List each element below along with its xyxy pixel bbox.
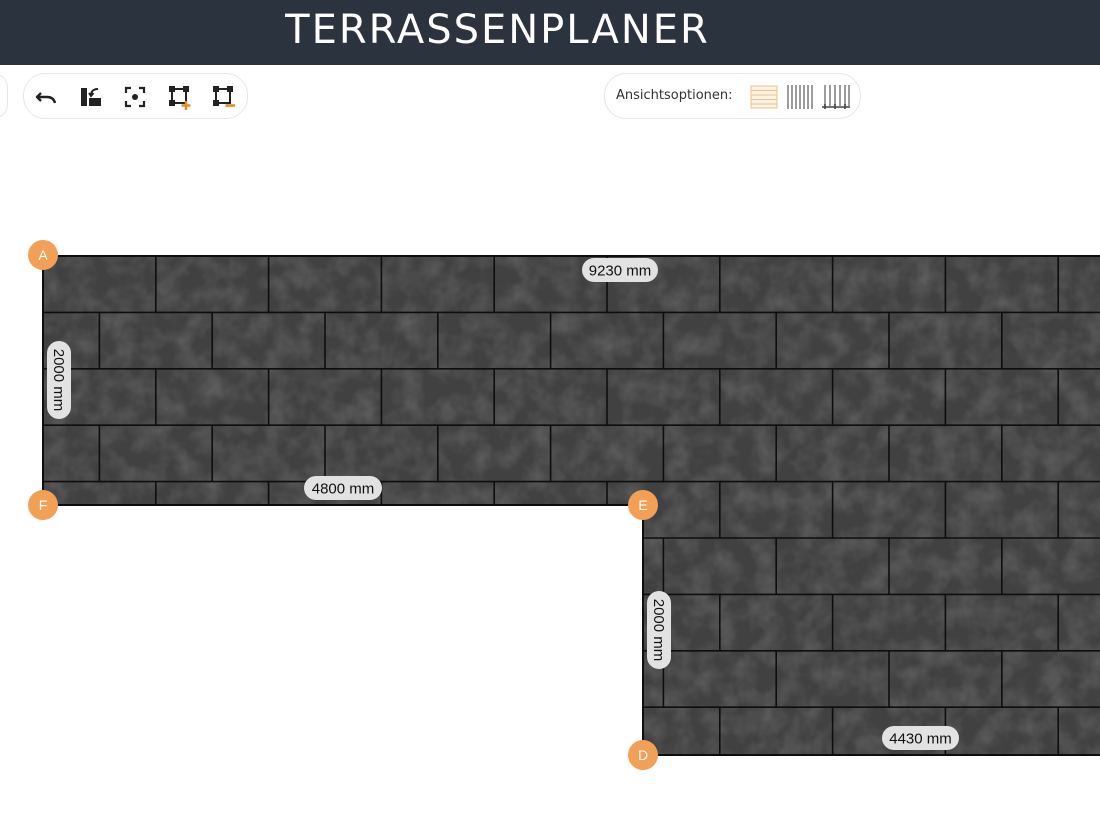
svg-text:E: E bbox=[638, 497, 647, 513]
vertex-a[interactable]: A bbox=[28, 240, 58, 270]
dimension-left[interactable]: 2000 mm bbox=[47, 341, 71, 419]
terrace-surface[interactable] bbox=[43, 256, 1100, 764]
dimension-inner-bottom[interactable]: 4800 mm bbox=[304, 476, 382, 500]
svg-text:9230 mm: 9230 mm bbox=[589, 263, 652, 280]
dimension-inner-right[interactable]: 2000 mm bbox=[647, 591, 671, 669]
svg-text:2000 mm: 2000 mm bbox=[650, 599, 667, 662]
dimension-top[interactable]: 9230 mm bbox=[582, 258, 658, 282]
svg-text:2000 mm: 2000 mm bbox=[50, 349, 67, 412]
vertex-d[interactable]: D bbox=[628, 740, 658, 770]
svg-text:4800 mm: 4800 mm bbox=[312, 481, 375, 498]
vertex-f[interactable]: F bbox=[28, 490, 58, 520]
svg-text:F: F bbox=[39, 497, 48, 513]
svg-text:A: A bbox=[38, 247, 48, 263]
svg-text:D: D bbox=[638, 747, 648, 763]
terrace-plan-canvas[interactable]: 9230 mm 2000 mm 4800 mm 2000 mm 4430 mm … bbox=[0, 0, 1100, 836]
dimension-bottom[interactable]: 4430 mm bbox=[882, 726, 959, 750]
svg-text:4430 mm: 4430 mm bbox=[889, 731, 952, 748]
vertex-e[interactable]: E bbox=[628, 490, 658, 520]
